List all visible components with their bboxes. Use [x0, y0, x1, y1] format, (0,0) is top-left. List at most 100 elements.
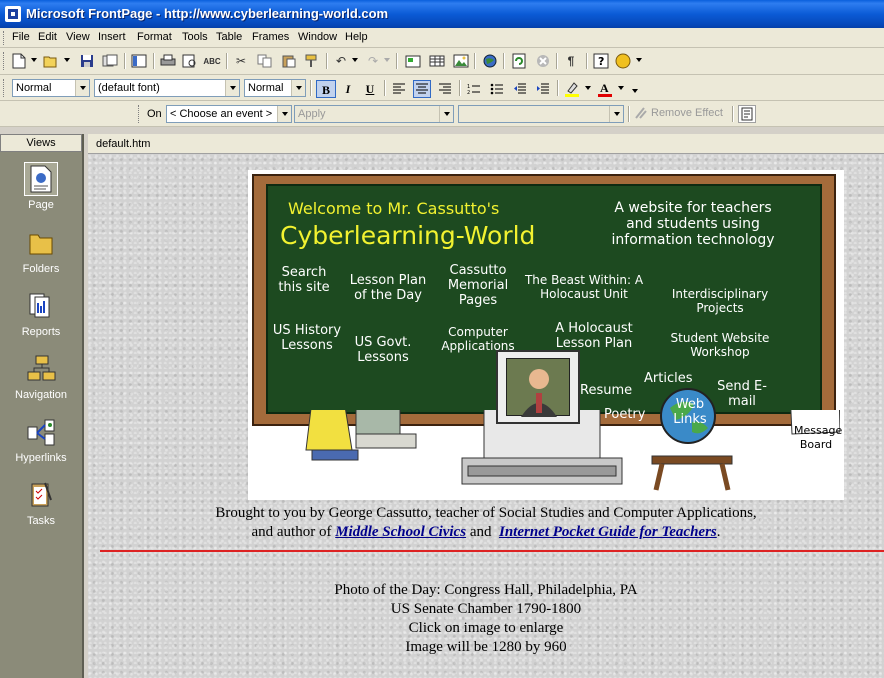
help-icon[interactable]: ?: [592, 52, 610, 70]
undo-dropdown-arrow[interactable]: [352, 58, 358, 62]
bold-button[interactable]: B: [316, 80, 336, 98]
link-beast-within[interactable]: The Beast Within: A Holocaust Unit: [524, 273, 644, 302]
preview-icon[interactable]: [181, 52, 199, 70]
save-icon[interactable]: [78, 52, 96, 70]
menu-table[interactable]: Table: [216, 31, 242, 43]
insert-component-icon[interactable]: [404, 52, 422, 70]
menu-tools[interactable]: Tools: [182, 31, 208, 43]
view-folders[interactable]: Folders: [0, 226, 82, 286]
view-reports[interactable]: Reports: [0, 289, 82, 349]
event-dropdown-arrow[interactable]: [277, 106, 291, 122]
view-hyperlinks[interactable]: Hyperlinks: [0, 415, 82, 475]
highlight-dynamic-effects-icon[interactable]: [738, 105, 756, 123]
toolbar-options-arrow[interactable]: [636, 58, 642, 62]
refresh-icon[interactable]: [510, 52, 528, 70]
redo-icon[interactable]: ↷: [364, 52, 382, 70]
link-interdisciplinary[interactable]: Interdisciplinary Projects: [660, 287, 780, 316]
menu-format[interactable]: Format: [137, 31, 172, 43]
document-tab[interactable]: default.htm: [96, 138, 150, 150]
menu-window[interactable]: Window: [298, 31, 337, 43]
view-navigation[interactable]: Navigation: [0, 352, 82, 412]
globe-illustration[interactable]: Web Links: [660, 388, 716, 444]
new-dropdown-arrow[interactable]: [31, 58, 37, 62]
show-all-pilcrow-icon[interactable]: ¶: [562, 52, 580, 70]
link-web-links[interactable]: Web Links: [668, 397, 712, 428]
toolbar-grip[interactable]: [3, 79, 6, 97]
link-lesson-plan[interactable]: Lesson Plan of the Day: [348, 273, 428, 304]
cut-icon[interactable]: ✂: [232, 52, 250, 70]
numbered-list-icon[interactable]: 12: [465, 80, 483, 98]
open-dropdown-arrow[interactable]: [64, 58, 70, 62]
link-send-email[interactable]: Send E-mail: [716, 379, 768, 410]
decrease-indent-icon[interactable]: [511, 80, 529, 98]
open-folder-icon[interactable]: [42, 52, 60, 70]
apply-dropdown-arrow[interactable]: [439, 106, 453, 122]
menu-view[interactable]: View: [66, 31, 90, 43]
link-articles[interactable]: Articles: [644, 371, 692, 387]
menu-help[interactable]: Help: [345, 31, 368, 43]
link-message-board[interactable]: Message Board: [794, 424, 842, 452]
office-assistant-icon[interactable]: [614, 52, 632, 70]
style-select[interactable]: Normal: [12, 79, 90, 97]
toolbar-grip[interactable]: [138, 105, 141, 123]
remove-effect-button[interactable]: Remove Effect: [634, 106, 723, 120]
menu-frames[interactable]: Frames: [252, 31, 289, 43]
hyperlink-globe-icon[interactable]: [481, 52, 499, 70]
link-poetry[interactable]: Poetry: [604, 407, 645, 423]
frontpage-app-icon[interactable]: [5, 6, 21, 22]
bulleted-list-icon[interactable]: [488, 80, 506, 98]
menu-bar-grip[interactable]: [3, 31, 6, 45]
effect-settings-dropdown-arrow[interactable]: [609, 106, 623, 122]
insert-table-icon[interactable]: [428, 52, 446, 70]
page-editor[interactable]: Welcome to Mr. Cassutto's Cyberlearning-…: [88, 154, 884, 678]
font-color-icon[interactable]: A: [596, 80, 614, 98]
undo-icon[interactable]: ↶: [332, 52, 350, 70]
link-us-history[interactable]: US History Lessons: [272, 323, 342, 354]
copy-icon[interactable]: [256, 52, 274, 70]
italic-button[interactable]: I: [338, 80, 358, 98]
folder-list-icon[interactable]: [130, 52, 148, 70]
paste-icon[interactable]: [280, 52, 298, 70]
underline-button[interactable]: U: [360, 80, 380, 98]
font-dropdown-arrow[interactable]: [225, 80, 239, 96]
chalkboard-image-map[interactable]: Welcome to Mr. Cassutto's Cyberlearning-…: [248, 170, 844, 500]
redo-dropdown-arrow[interactable]: [384, 58, 390, 62]
link-us-govt[interactable]: US Govt. Lessons: [348, 335, 418, 366]
effect-settings-select[interactable]: [458, 105, 624, 123]
spelling-icon[interactable]: ABC: [203, 52, 221, 70]
toolbar-options-arrow[interactable]: [632, 89, 638, 93]
insert-picture-icon[interactable]: [452, 52, 470, 70]
font-color-dropdown-arrow[interactable]: [618, 86, 624, 90]
menu-bar: File Edit View Insert Format Tools Table…: [0, 28, 884, 48]
print-icon[interactable]: [159, 52, 177, 70]
font-select[interactable]: (default font): [94, 79, 240, 97]
menu-insert[interactable]: Insert: [98, 31, 126, 43]
stop-icon[interactable]: [534, 52, 552, 70]
publish-web-icon[interactable]: [101, 52, 119, 70]
link-holocaust-lesson[interactable]: A Holocaust Lesson Plan: [546, 321, 642, 352]
align-left-icon[interactable]: [390, 80, 408, 98]
link-middle-school-civics[interactable]: Middle School Civics: [335, 524, 466, 540]
new-page-icon[interactable]: [10, 52, 28, 70]
style-dropdown-arrow[interactable]: [75, 80, 89, 96]
link-internet-pocket-guide[interactable]: Internet Pocket Guide for Teachers: [499, 524, 717, 540]
menu-file[interactable]: File: [12, 31, 30, 43]
event-select[interactable]: < Choose an event >: [166, 105, 292, 123]
align-right-icon[interactable]: [436, 80, 454, 98]
view-tasks[interactable]: Tasks: [0, 478, 82, 538]
toolbar-grip[interactable]: [3, 52, 6, 70]
apply-select[interactable]: Apply: [294, 105, 454, 123]
view-page[interactable]: Page: [0, 162, 82, 222]
align-center-icon[interactable]: [413, 80, 431, 98]
link-resume[interactable]: Resume: [580, 383, 632, 399]
link-website-workshop[interactable]: Student Website Workshop: [660, 331, 780, 360]
link-memorial-pages[interactable]: Cassutto Memorial Pages: [438, 263, 518, 309]
font-size-select[interactable]: Normal: [244, 79, 306, 97]
link-search[interactable]: Search this site: [274, 265, 334, 296]
menu-edit[interactable]: Edit: [38, 31, 57, 43]
increase-indent-icon[interactable]: [534, 80, 552, 98]
format-painter-icon[interactable]: [303, 52, 321, 70]
highlight-dropdown-arrow[interactable]: [585, 86, 591, 90]
highlight-color-icon[interactable]: [563, 80, 581, 98]
font-size-dropdown-arrow[interactable]: [291, 80, 305, 96]
